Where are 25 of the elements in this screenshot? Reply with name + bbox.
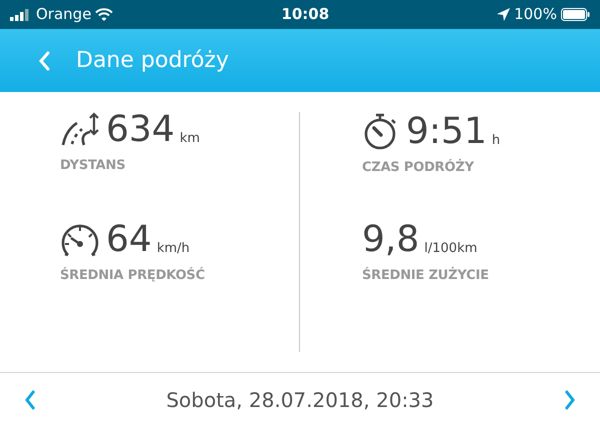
stat-unit: l/100km (424, 240, 478, 258)
stat-value: 9:51 (406, 114, 487, 150)
stat-unit: km (180, 130, 200, 148)
stat-unit: km/h (156, 240, 190, 258)
next-button[interactable] (564, 389, 576, 411)
battery-icon (560, 8, 590, 21)
stat-value: 9,8 (362, 222, 420, 258)
stat-label: ŚREDNIA PRĘDKOŚĆ (60, 266, 205, 285)
stat-label: CZAS PODRÓŻY (362, 158, 474, 177)
battery-percent: 100% (514, 4, 557, 26)
wifi-icon (95, 8, 114, 21)
trip-date: Sobota, 28.07.2018, 20:33 (166, 387, 434, 414)
stat-value: 64 (106, 222, 152, 258)
speedometer-icon (60, 222, 100, 258)
clock-time: 10:08 (281, 4, 330, 26)
stat-unit: h (492, 132, 500, 150)
location-icon (497, 8, 510, 21)
road-distance-icon (60, 112, 100, 148)
previous-button[interactable] (24, 389, 36, 411)
carrier-name: Orange (36, 4, 92, 26)
stat-label: ŚREDNIE ZUŻYCIE (362, 266, 489, 285)
stat-value: 634 (106, 112, 175, 148)
stat-label: DYSTANS (60, 157, 126, 175)
page-title: Dane podróży (76, 47, 229, 75)
back-button[interactable] (38, 50, 50, 70)
